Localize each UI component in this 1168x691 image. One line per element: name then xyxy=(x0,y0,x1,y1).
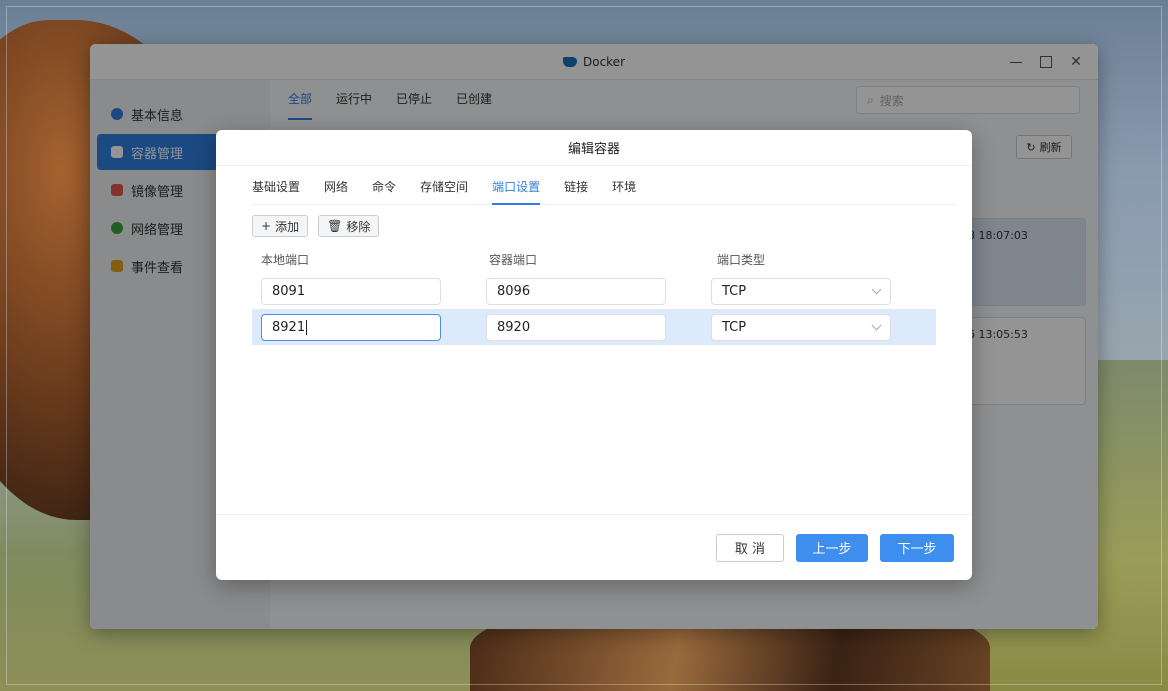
port-table-header: 本地端口 容器端口 端口类型 xyxy=(216,247,972,273)
column-header-port-type: 端口类型 xyxy=(717,253,766,267)
tab-command[interactable]: 命令 xyxy=(372,166,396,205)
remove-label: 移除 xyxy=(346,219,371,234)
cancel-button[interactable]: 取 消 xyxy=(716,533,784,562)
container-port-input[interactable]: 8096 xyxy=(486,277,666,305)
tab-network[interactable]: 网络 xyxy=(324,166,348,205)
port-type-select[interactable]: TCP xyxy=(711,313,891,341)
local-port-value: 8921 xyxy=(272,319,306,335)
chevron-down-icon xyxy=(871,320,882,330)
remove-port-button[interactable]: 🗑 移除 xyxy=(318,215,380,237)
column-header-container-port: 容器端口 xyxy=(489,253,538,267)
tab-environment[interactable]: 环境 xyxy=(612,166,636,205)
tab-basic-settings[interactable]: 基础设置 xyxy=(252,166,300,205)
plus-icon: + xyxy=(261,219,272,233)
edit-container-dialog: 编辑容器 基础设置 网络 命令 存储空间 端口设置 链接 环境 + 添加 🗑 移… xyxy=(216,130,972,580)
table-row[interactable]: 8921 8920 TCP xyxy=(252,309,936,345)
tab-links[interactable]: 链接 xyxy=(564,166,588,205)
table-row[interactable]: 8091 8096 TCP xyxy=(252,273,936,309)
add-port-button[interactable]: + 添加 xyxy=(252,215,309,237)
local-port-input[interactable]: 8921 xyxy=(261,313,441,341)
dialog-title: 编辑容器 xyxy=(216,130,972,166)
dialog-footer: 取 消 上一步 下一步 xyxy=(216,514,972,580)
previous-step-button[interactable]: 上一步 xyxy=(796,533,868,562)
text-cursor xyxy=(306,319,308,335)
container-port-input[interactable]: 8920 xyxy=(486,313,666,341)
trash-icon: 🗑 xyxy=(327,219,343,233)
add-label: 添加 xyxy=(275,219,300,234)
column-header-local-port: 本地端口 xyxy=(261,253,310,267)
local-port-input[interactable]: 8091 xyxy=(261,277,441,305)
port-type-value: TCP xyxy=(722,319,747,335)
tab-storage[interactable]: 存储空间 xyxy=(420,166,468,205)
dialog-tabs: 基础设置 网络 命令 存储空间 端口设置 链接 环境 xyxy=(252,166,956,205)
tab-port-settings[interactable]: 端口设置 xyxy=(492,166,541,205)
next-step-button[interactable]: 下一步 xyxy=(880,533,954,562)
port-toolbar: + 添加 🗑 移除 xyxy=(216,205,972,247)
port-type-select[interactable]: TCP xyxy=(711,277,891,305)
port-type-value: TCP xyxy=(722,283,747,299)
chevron-down-icon xyxy=(871,284,882,294)
